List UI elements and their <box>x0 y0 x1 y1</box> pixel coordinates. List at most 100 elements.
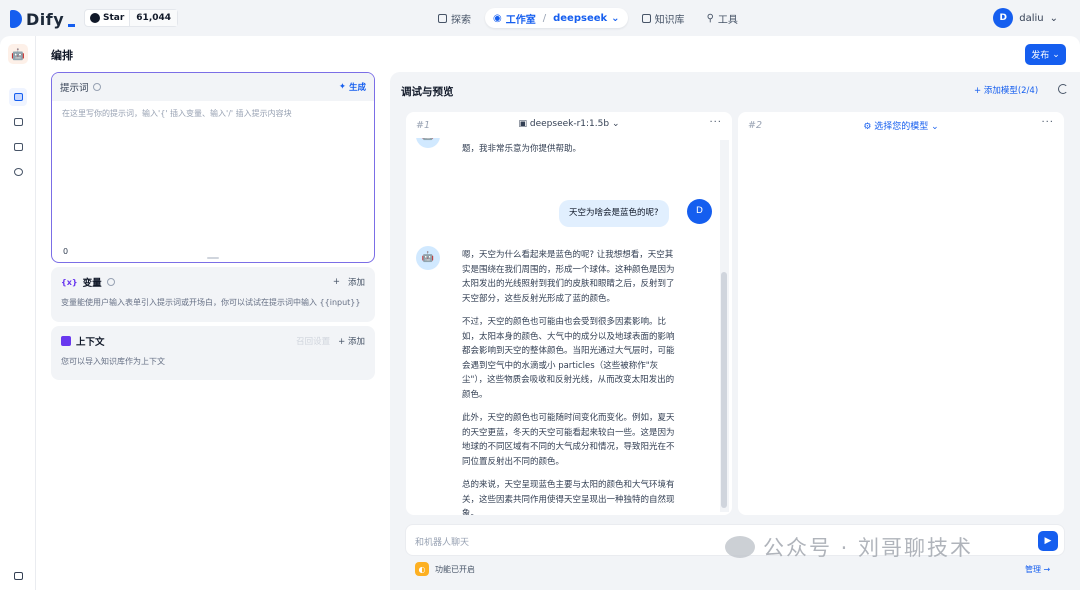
model-selector[interactable]: ⚙ 选择您的模型 ⌄ <box>738 119 1064 132</box>
variables-label: 变量 <box>82 278 102 289</box>
model-icon: ▣ <box>518 119 530 129</box>
page-title: 编排 <box>51 49 73 62</box>
send-button[interactable]: ▶ <box>1038 531 1058 551</box>
model-name: deepseek-r1:1.5b <box>529 119 610 129</box>
prompt-header: 提示词 ✦ 生成 <box>52 73 374 101</box>
explore-icon <box>438 13 447 23</box>
logo-underscore <box>68 23 76 27</box>
sidebar-collapse-icon[interactable] <box>9 567 27 585</box>
help-icon[interactable] <box>92 83 101 91</box>
add-model-button[interactable]: + 添加模型(2/4) <box>974 84 1038 96</box>
help-icon[interactable] <box>106 278 115 286</box>
scrollbar-thumb[interactable] <box>721 272 727 508</box>
nav-studio[interactable]: ◉ 工作室 / deepseek ⌄ <box>485 8 628 28</box>
send-icon: ▶ <box>1044 536 1052 546</box>
prompt-label: 提示词 <box>60 83 89 94</box>
chevron-down-icon: ⌄ <box>611 12 620 24</box>
variables-description: 变量能使用户输入表单引入提示词或开场白，你可以试试在提示词中输入 {{input… <box>61 298 361 307</box>
sidebar-api-icon[interactable] <box>9 113 27 131</box>
watermark-text: 公众号 · 刘哥聊技术 <box>763 536 974 560</box>
generate-label: 生成 <box>348 83 366 93</box>
features-label: 功能已开启 <box>435 564 475 574</box>
nav-tools-label: 工具 <box>717 14 738 26</box>
add-context-button[interactable]: + 添加 <box>338 335 365 347</box>
chat-input-placeholder: 和机器人聊天 <box>415 538 470 548</box>
bot-avatar: 🤖 <box>416 138 440 148</box>
github-icon <box>90 13 100 23</box>
recall-settings-button[interactable]: 召回设置 <box>296 335 330 347</box>
user-menu[interactable]: D daliu ⌄ <box>993 8 1058 28</box>
bot-message-prev: 题，我非常乐意为你提供帮助。 <box>462 142 680 166</box>
refresh-icon[interactable] <box>1058 84 1068 94</box>
model-panel-2: #2 ⚙ 选择您的模型 ⌄ ··· <box>738 112 1064 515</box>
settings-icon: ⚙ <box>863 122 875 132</box>
brand-name: Dify <box>26 9 65 29</box>
wechat-icon <box>725 536 755 558</box>
github-star-badge[interactable]: Star 61,044 <box>84 9 179 27</box>
sidebar-logs-icon[interactable] <box>9 138 27 156</box>
dify-logo[interactable]: Dify <box>10 9 76 29</box>
nav-studio-label: 工作室 <box>505 14 536 26</box>
chevron-down-icon: ⌄ <box>1049 12 1058 24</box>
app-main: 🤖 编排 发布 ⌄ 提示词 ✦ 生成 在这里写你的提示词，输入'{' 插入变量、输入… <box>0 36 1080 590</box>
more-icon[interactable]: ··· <box>1041 117 1054 128</box>
prompt-editor: 提示词 ✦ 生成 在这里写你的提示词，输入'{' 插入变量、输入'/' 插入提示内… <box>51 72 375 263</box>
context-description: 您可以导入知识库作为上下文 <box>61 357 165 366</box>
nav-tools[interactable]: ⚲ 工具 <box>699 8 746 28</box>
model-placeholder: 选择您的模型 <box>874 122 929 132</box>
avatar: D <box>687 199 712 224</box>
plus-icon: ✦ <box>338 82 346 92</box>
manage-features-link[interactable]: 管理 → <box>1025 564 1050 575</box>
context-icon <box>61 336 71 346</box>
more-icon[interactable]: ··· <box>709 117 722 128</box>
debug-preview-area: 调试与预览 + 添加模型(2/4) #1 ▣ deepseek-r1:1.5b … <box>390 72 1080 590</box>
answer-paragraph: 不过，天空的颜色也可能由也会受到很多因素影响。比如，太阳本身的颜色、大气中的成分… <box>462 317 675 400</box>
feature-icon: ◐ <box>415 562 429 576</box>
watermark: 公众号 · 刘哥聊技术 <box>725 532 973 562</box>
main-nav: 探索 ◉ 工作室 / deepseek ⌄ 知识库 ⚲ 工具 <box>430 8 746 28</box>
nav-explore-label: 探索 <box>451 14 471 26</box>
studio-icon: ◉ <box>493 12 502 24</box>
add-context-label: 添加 <box>347 337 365 347</box>
add-variable-label: 添加 <box>347 278 365 288</box>
publish-label: 发布 <box>1031 51 1050 61</box>
model-selector[interactable]: ▣ deepseek-r1:1.5b ⌄ <box>406 119 732 129</box>
avatar: D <box>993 8 1014 28</box>
nav-explore[interactable]: 探索 <box>430 8 479 28</box>
app-sidebar: 🤖 <box>0 36 36 590</box>
nav-knowledge[interactable]: 知识库 <box>634 8 693 28</box>
bot-avatar: 🤖 <box>416 246 440 270</box>
dify-logo-mark <box>10 10 22 28</box>
tools-icon: ⚲ <box>706 12 714 24</box>
user-name: daliu <box>1019 12 1044 24</box>
model-panel-1: #1 ▣ deepseek-r1:1.5b ⌄ ··· 🤖 题，我非常乐意为你提… <box>406 112 732 515</box>
current-app-name[interactable]: deepseek <box>553 13 607 24</box>
add-variable-button[interactable]: + 添加 <box>333 276 365 288</box>
message-text: 题，我非常乐意为你提供帮助。 <box>462 144 582 154</box>
resize-handle[interactable] <box>207 257 219 259</box>
context-label: 上下文 <box>76 337 105 348</box>
nav-separator: / <box>542 12 547 24</box>
generate-button[interactable]: ✦ 生成 <box>339 81 366 93</box>
app-avatar-robot-icon[interactable]: 🤖 <box>8 44 28 64</box>
features-status: ◐ 功能已开启 <box>415 562 475 576</box>
sidebar-orchestrate-icon[interactable] <box>9 88 27 106</box>
answer-paragraph: 此外，天空的颜色也可能随时间变化而变化。例如，夏天的天空更蓝，冬天的天空可能看起… <box>462 413 675 467</box>
github-star-label: Star <box>103 13 125 23</box>
prompt-char-count: 0 <box>63 247 69 256</box>
plus-icon: + <box>332 277 340 287</box>
bot-message: 嗯，天空为什么看起来是蓝色的呢? 让我想想看，天空其实是围绕在我们周围的，形成一… <box>462 248 680 515</box>
debug-title: 调试与预览 <box>401 86 454 98</box>
answer-paragraph: 嗯，天空为什么看起来是蓝色的呢? 让我想想看，天空其实是围绕在我们周围的，形成一… <box>462 250 675 304</box>
chat-history: 🤖 题，我非常乐意为你提供帮助。 天空为啥会是蓝色的呢? D 🤖 嗯，天空为什么… <box>406 138 726 515</box>
knowledge-icon <box>641 13 651 23</box>
user-message: 天空为啥会是蓝色的呢? <box>559 200 669 227</box>
top-nav: Dify Star 61,044 探索 ◉ 工作室 / deepseek ⌄ 知识库 ⚲… <box>0 0 1080 36</box>
context-section: 上下文 召回设置 + 添加 您可以导入知识库作为上下文 <box>51 326 375 380</box>
answer-paragraph: 总的来说，天空呈现蓝色主要与太阳的颜色和大气环境有关，这些因素共同作用使得天空呈… <box>462 480 675 515</box>
nav-knowledge-label: 知识库 <box>654 14 685 26</box>
publish-button[interactable]: 发布 ⌄ <box>1025 44 1066 65</box>
prompt-input[interactable]: 在这里写你的提示词，输入'{' 插入变量、输入'/' 插入提示内容块 <box>52 101 374 126</box>
sidebar-monitor-icon[interactable] <box>9 163 27 181</box>
add-model-label: 添加模型(2/4) <box>983 86 1039 96</box>
